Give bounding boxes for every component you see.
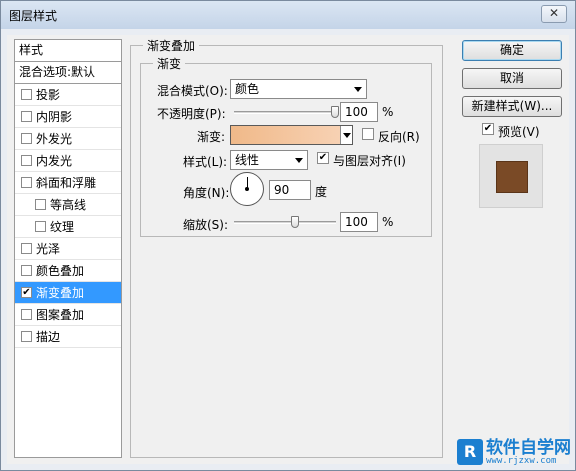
gradient-dropdown[interactable] — [340, 126, 352, 144]
style-list-item[interactable]: 内阴影 — [15, 106, 121, 128]
angle-center-dot — [245, 187, 249, 191]
style-list-item[interactable]: 外发光 — [15, 128, 121, 150]
scale-slider-track[interactable] — [234, 221, 336, 224]
style-list-item[interactable]: 光泽 — [15, 238, 121, 260]
style-list-label: 渐变叠加 — [36, 286, 85, 300]
style-list-label: 投影 — [36, 88, 61, 102]
dialog-client: 样式 混合选项:默认 投影内阴影外发光内发光斜面和浮雕等高线纹理光泽颜色叠加 ✔ 渐… — [7, 35, 569, 464]
scale-input[interactable]: 100 — [340, 212, 378, 232]
preview-label: 预览(V) — [498, 125, 540, 139]
new-style-button[interactable]: 新建样式(W)... — [462, 96, 562, 117]
style-checkbox[interactable] — [21, 243, 32, 254]
watermark-main: 软件自学网 — [486, 437, 571, 458]
style-checkbox[interactable] — [21, 89, 32, 100]
cancel-button[interactable]: 取消 — [462, 68, 562, 89]
scale-unit: % — [382, 215, 394, 229]
opacity-label: 不透明度(P): — [157, 107, 226, 121]
style-label: 样式(L): — [183, 155, 228, 169]
style-checkbox[interactable] — [21, 309, 32, 320]
style-list-label: 外发光 — [36, 132, 73, 146]
style-checkbox[interactable]: ✔ — [21, 287, 32, 298]
watermark: R 软件自学网 www.rjzxw.com — [457, 438, 571, 466]
style-list-label: 等高线 — [50, 198, 87, 212]
ok-button[interactable]: 确定 — [462, 40, 562, 61]
gradient-overlay-title: 渐变叠加 — [143, 37, 200, 54]
style-select[interactable]: 线性 — [230, 150, 308, 170]
styles-list: 样式 混合选项:默认 投影内阴影外发光内发光斜面和浮雕等高线纹理光泽颜色叠加 ✔ 渐… — [14, 39, 122, 458]
style-checkbox[interactable] — [21, 331, 32, 342]
style-checkbox[interactable] — [21, 265, 32, 276]
style-list-item[interactable]: 纹理 — [15, 216, 121, 238]
layer-style-dialog: 图层样式 ✕ 样式 混合选项:默认 投影内阴影外发光内发光斜面和浮雕等高线纹理光… — [0, 0, 576, 471]
opacity-slider-thumb[interactable] — [331, 106, 339, 118]
styles-list-header[interactable]: 样式 — [15, 40, 121, 62]
style-list-item[interactable]: ✔ 渐变叠加 — [15, 282, 121, 304]
gradient-label: 渐变: — [197, 130, 226, 144]
opacity-input[interactable]: 100 — [340, 102, 378, 122]
dialog-title: 图层样式 — [9, 9, 58, 23]
style-list-label: 斜面和浮雕 — [36, 176, 97, 190]
style-value: 线性 — [235, 153, 260, 167]
watermark-logo: R — [457, 439, 483, 465]
title-bar[interactable]: 图层样式 ✕ — [1, 1, 575, 29]
gradient-group-title: 渐变 — [153, 55, 186, 72]
chevron-down-icon — [354, 87, 362, 92]
style-list-item[interactable]: 图案叠加 — [15, 304, 121, 326]
style-list-item[interactable]: 内发光 — [15, 150, 121, 172]
opacity-slider-track[interactable] — [234, 111, 336, 114]
style-list-label: 光泽 — [36, 242, 61, 256]
close-button[interactable]: ✕ — [541, 5, 567, 23]
style-list-item[interactable]: 斜面和浮雕 — [15, 172, 121, 194]
style-checkbox[interactable] — [21, 133, 32, 144]
style-list-label: 内阴影 — [36, 110, 73, 124]
scale-label: 缩放(S): — [183, 218, 229, 232]
angle-unit: 度 — [315, 185, 328, 199]
scale-slider-thumb[interactable] — [291, 216, 300, 228]
align-with-layer-checkbox[interactable]: ✔ — [317, 152, 329, 164]
reverse-label: 反向(R) — [378, 130, 420, 144]
style-list-label: 纹理 — [50, 220, 75, 234]
opacity-unit: % — [382, 105, 394, 119]
blend-mode-value: 颜色 — [235, 82, 260, 96]
blend-mode-label: 混合模式(O): — [157, 84, 228, 98]
style-list-label: 颜色叠加 — [36, 264, 85, 278]
style-list-item[interactable]: 描边 — [15, 326, 121, 348]
watermark-text: 软件自学网 www.rjzxw.com — [486, 439, 571, 466]
style-checkbox[interactable] — [21, 155, 32, 166]
style-list-item[interactable]: 投影 — [15, 84, 121, 106]
chevron-down-icon — [343, 133, 351, 138]
style-list-label: 内发光 — [36, 154, 73, 168]
style-checkbox[interactable] — [21, 111, 32, 122]
blend-mode-select[interactable]: 颜色 — [230, 79, 367, 99]
angle-dial[interactable] — [230, 172, 264, 206]
style-list-label: 图案叠加 — [36, 308, 85, 322]
reverse-checkbox[interactable] — [362, 128, 374, 140]
angle-label: 角度(N): — [183, 186, 230, 200]
style-checkbox[interactable] — [35, 199, 46, 210]
preview-swatch — [496, 161, 528, 193]
gradient-picker[interactable] — [230, 125, 353, 145]
align-with-layer-label: 与图层对齐(I) — [333, 154, 406, 168]
watermark-url: www.rjzxw.com — [486, 455, 557, 466]
style-list-label: 描边 — [36, 330, 61, 344]
style-checkbox[interactable] — [21, 177, 32, 188]
style-preview — [479, 144, 543, 208]
style-list-item[interactable]: 颜色叠加 — [15, 260, 121, 282]
blend-options-item[interactable]: 混合选项:默认 — [15, 62, 121, 84]
preview-checkbox[interactable]: ✔ — [482, 123, 494, 135]
style-list-item[interactable]: 等高线 — [15, 194, 121, 216]
angle-input[interactable]: 90 — [269, 180, 311, 200]
style-checkbox[interactable] — [35, 221, 46, 232]
chevron-down-icon — [295, 158, 303, 163]
